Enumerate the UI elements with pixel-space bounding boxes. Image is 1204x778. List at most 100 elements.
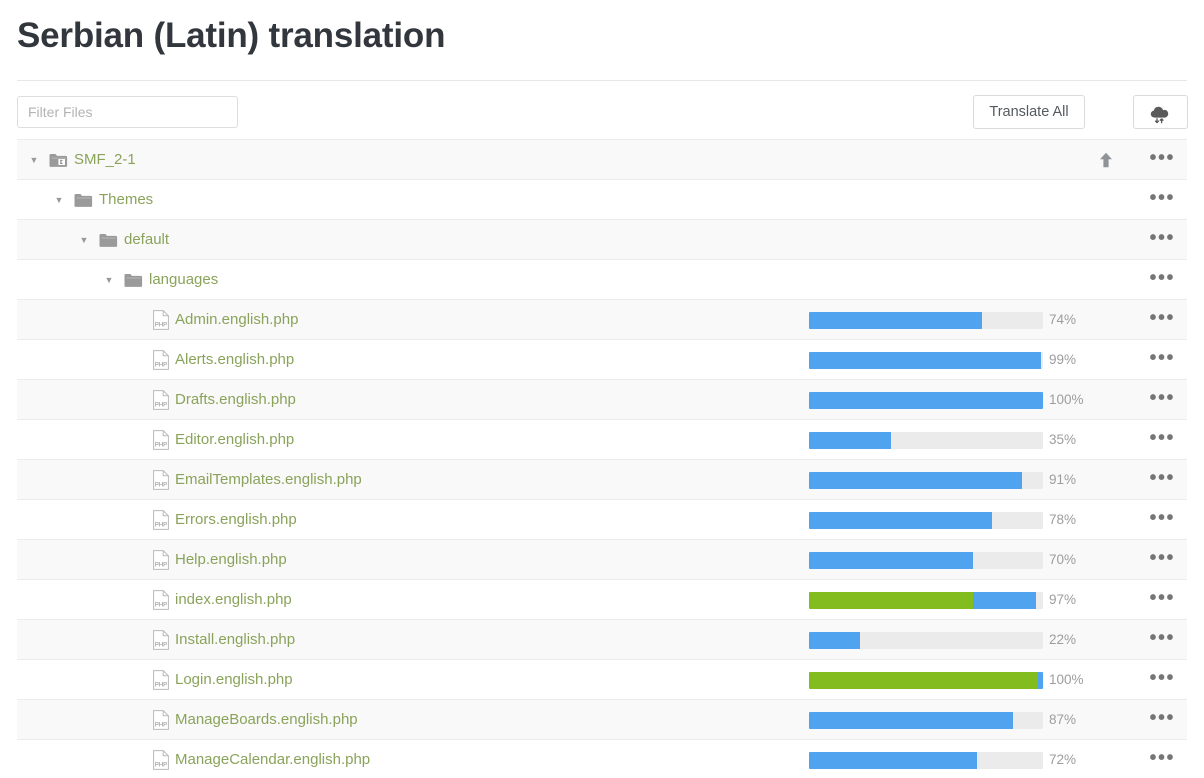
progress-translated-segment <box>809 472 1022 489</box>
progress-translated-segment <box>809 352 1041 369</box>
tree-row-file[interactable]: PHP Errors.english.php 78% ••• <box>17 500 1187 540</box>
row-actions-menu-button[interactable]: ••• <box>1149 620 1175 660</box>
php-file-icon-wrapper: PHP <box>153 540 169 580</box>
tree-row-file[interactable]: PHP ManageBoards.english.php 87% ••• <box>17 700 1187 740</box>
toolbar: Translate All <box>0 90 1204 134</box>
file-name-link[interactable]: Alerts.english.php <box>175 340 294 380</box>
row-actions-menu-button[interactable]: ••• <box>1149 140 1175 180</box>
progress-percent-label: 22% <box>1049 632 1077 647</box>
translation-progress-bar <box>809 312 1043 329</box>
cloud-sync-icon <box>1150 106 1168 123</box>
cloud-sync-button[interactable] <box>1133 95 1188 129</box>
file-name-link[interactable]: EmailTemplates.english.php <box>175 460 362 500</box>
row-actions-menu-button[interactable]: ••• <box>1149 740 1175 778</box>
tree-row-file[interactable]: PHP Help.english.php 70% ••• <box>17 540 1187 580</box>
folder-name-link[interactable]: languages <box>149 260 218 300</box>
tree-row-file[interactable]: PHP EmailTemplates.english.php 91% ••• <box>17 460 1187 500</box>
file-name-link[interactable]: Errors.english.php <box>175 500 297 540</box>
translation-progress-bar <box>809 592 1043 609</box>
php-file-icon: PHP <box>153 710 169 730</box>
tree-row-file[interactable]: PHP Admin.english.php 74% ••• <box>17 300 1187 340</box>
folder-repository-icon <box>49 153 68 167</box>
svg-text:PHP: PHP <box>155 402 167 408</box>
php-file-icon: PHP <box>153 470 169 490</box>
svg-text:PHP: PHP <box>155 322 167 328</box>
row-actions-menu-button[interactable]: ••• <box>1149 540 1175 580</box>
folder-name-link[interactable]: Themes <box>99 180 153 220</box>
chevron-down-icon[interactable]: ▼ <box>77 220 91 260</box>
progress-percent-label: 78% <box>1049 512 1077 527</box>
progress-translated-segment <box>809 312 982 329</box>
tree-row-file[interactable]: PHP Editor.english.php 35% ••• <box>17 420 1187 460</box>
tree-row-folder[interactable]: ▼ SMF_2-1 ••• <box>17 140 1187 180</box>
folder-name-link[interactable]: SMF_2-1 <box>74 140 136 180</box>
php-file-icon-wrapper: PHP <box>153 740 169 778</box>
upload-button[interactable] <box>1099 140 1113 180</box>
folder-icon <box>74 193 93 207</box>
chevron-down-icon[interactable]: ▼ <box>27 140 41 180</box>
row-actions-menu-button[interactable]: ••• <box>1149 180 1175 220</box>
progress-translated-segment <box>809 552 973 569</box>
php-file-icon: PHP <box>153 670 169 690</box>
svg-text:PHP: PHP <box>155 722 167 728</box>
tree-row-file[interactable]: PHP Alerts.english.php 99% ••• <box>17 340 1187 380</box>
tree-row-file[interactable]: PHP Install.english.php 22% ••• <box>17 620 1187 660</box>
chevron-down-icon[interactable]: ▼ <box>52 180 66 220</box>
file-name-link[interactable]: Editor.english.php <box>175 420 294 460</box>
svg-text:PHP: PHP <box>155 642 167 648</box>
tree-row-file[interactable]: PHP Drafts.english.php 100% ••• <box>17 380 1187 420</box>
folder-name-link[interactable]: default <box>124 220 169 260</box>
tree-row-file[interactable]: PHP index.english.php 97% ••• <box>17 580 1187 620</box>
row-actions-menu-button[interactable]: ••• <box>1149 220 1175 260</box>
svg-text:PHP: PHP <box>155 562 167 568</box>
php-file-icon: PHP <box>153 750 169 770</box>
file-name-link[interactable]: Help.english.php <box>175 540 287 580</box>
php-file-icon: PHP <box>153 390 169 410</box>
row-actions-menu-button[interactable]: ••• <box>1149 300 1175 340</box>
translation-progress-bar <box>809 632 1043 649</box>
row-actions-menu-button[interactable]: ••• <box>1149 340 1175 380</box>
tree-row-folder[interactable]: ▼ Themes ••• <box>17 180 1187 220</box>
page-title: Serbian (Latin) translation <box>17 16 446 55</box>
progress-percent-label: 87% <box>1049 712 1077 727</box>
php-file-icon-wrapper: PHP <box>153 580 169 620</box>
tree-row-folder[interactable]: ▼ languages ••• <box>17 260 1187 300</box>
row-actions-menu-button[interactable]: ••• <box>1149 580 1175 620</box>
row-actions-menu-button[interactable]: ••• <box>1149 500 1175 540</box>
php-file-icon-wrapper: PHP <box>153 460 169 500</box>
progress-percent-label: 72% <box>1049 752 1077 767</box>
translation-page: Serbian (Latin) translation Translate Al… <box>0 0 1204 778</box>
php-file-icon-wrapper: PHP <box>153 380 169 420</box>
folder-icon-wrapper <box>124 260 143 300</box>
php-file-icon: PHP <box>153 430 169 450</box>
php-file-icon-wrapper: PHP <box>153 700 169 740</box>
title-divider <box>17 80 1187 81</box>
tree-row-folder[interactable]: ▼ default ••• <box>17 220 1187 260</box>
file-tree: ▼ SMF_2-1 ••• ▼ Themes ••• ▼ default ••• ▼ languag… <box>17 139 1187 778</box>
translate-all-button[interactable]: Translate All <box>973 95 1085 129</box>
svg-text:PHP: PHP <box>155 362 167 368</box>
file-name-link[interactable]: Drafts.english.php <box>175 380 296 420</box>
row-actions-menu-button[interactable]: ••• <box>1149 700 1175 740</box>
php-file-icon-wrapper: PHP <box>153 300 169 340</box>
svg-text:PHP: PHP <box>155 442 167 448</box>
upload-arrow-icon <box>1100 152 1112 168</box>
row-actions-menu-button[interactable]: ••• <box>1149 420 1175 460</box>
file-name-link[interactable]: ManageCalendar.english.php <box>175 740 370 778</box>
translation-progress-bar <box>809 712 1043 729</box>
row-actions-menu-button[interactable]: ••• <box>1149 260 1175 300</box>
row-actions-menu-button[interactable]: ••• <box>1149 460 1175 500</box>
tree-row-file[interactable]: PHP Login.english.php 100% ••• <box>17 660 1187 700</box>
filter-files-input[interactable] <box>17 96 238 128</box>
folder-repository-icon-wrapper <box>49 140 68 180</box>
file-name-link[interactable]: Login.english.php <box>175 660 293 700</box>
tree-row-file[interactable]: PHP ManageCalendar.english.php 72% ••• <box>17 740 1187 778</box>
file-name-link[interactable]: index.english.php <box>175 580 292 620</box>
chevron-down-icon[interactable]: ▼ <box>102 260 116 300</box>
file-name-link[interactable]: Admin.english.php <box>175 300 298 340</box>
file-name-link[interactable]: ManageBoards.english.php <box>175 700 358 740</box>
translation-progress-bar <box>809 352 1043 369</box>
row-actions-menu-button[interactable]: ••• <box>1149 660 1175 700</box>
row-actions-menu-button[interactable]: ••• <box>1149 380 1175 420</box>
file-name-link[interactable]: Install.english.php <box>175 620 295 660</box>
